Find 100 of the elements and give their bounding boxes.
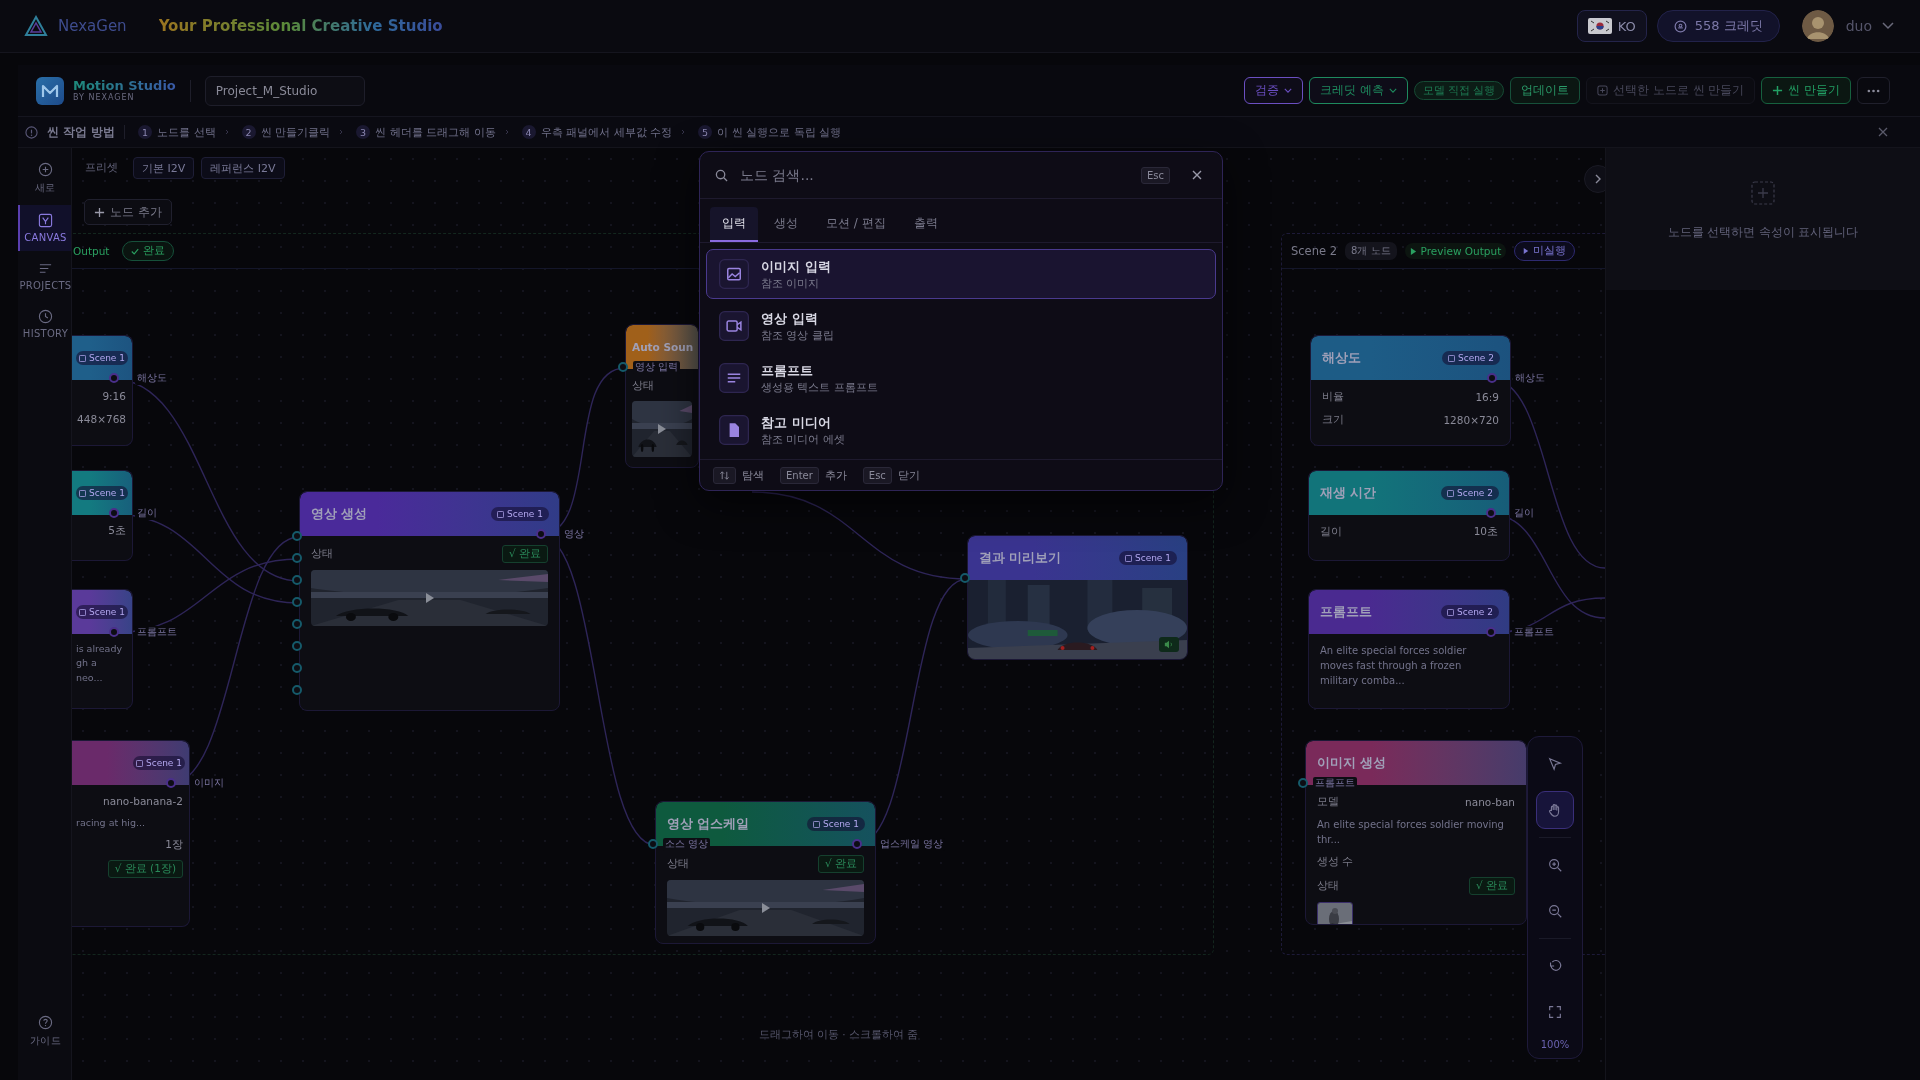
field-value: 10초 (1473, 525, 1498, 539)
node-card[interactable]: 재생 시간 Scene 2 길이 10초 (1308, 470, 1510, 561)
output-port[interactable] (1486, 508, 1496, 518)
dropdown-button[interactable]: 검증 (1244, 77, 1304, 104)
close-icon[interactable] (1878, 127, 1888, 137)
input-port[interactable] (960, 573, 970, 583)
field-label: 크기 (1322, 413, 1344, 427)
option-title: 참고 미디어 (761, 413, 832, 432)
step-number: 1 (138, 125, 152, 139)
chevron-right-icon (224, 129, 229, 135)
preset-chip[interactable]: 기본 I2V (133, 157, 195, 179)
option-title: 이미지 입력 (761, 257, 831, 276)
hand-tool[interactable] (1536, 791, 1574, 829)
category-tab[interactable]: 출력 (901, 207, 950, 242)
fullscreen-icon (1547, 1004, 1563, 1020)
speaker-icon (1164, 640, 1174, 649)
node-count-badge: 8개 노드 (1345, 242, 1397, 260)
language-button[interactable]: KO (1576, 10, 1647, 42)
dropdown-button[interactable]: 크레딧 예측 (1309, 77, 1408, 104)
scene-badge: Scene 1 (75, 486, 128, 500)
shortcut-label: 추가 (824, 467, 847, 483)
output-port[interactable] (109, 627, 119, 637)
play-icon[interactable] (657, 424, 667, 434)
run-model-button[interactable]: 모델 직접 실행 (1413, 81, 1505, 100)
flag-icon (1587, 18, 1612, 34)
clock-icon (38, 309, 53, 324)
step-text: 우측 패널에서 세부값 수정 (540, 124, 672, 140)
keyboard-key: Enter (780, 466, 819, 484)
input-port[interactable] (292, 597, 302, 607)
output-port[interactable] (109, 508, 119, 518)
input-port[interactable] (618, 362, 628, 372)
field-value: nano-ban (1465, 796, 1515, 808)
keyboard-key: Esc (862, 466, 892, 484)
category-tab[interactable]: 모션 / 편집 (814, 207, 898, 242)
preview-output-label: Output (72, 244, 111, 259)
play-icon[interactable] (760, 903, 771, 913)
node-option[interactable]: 참고 미디어 참조 미디어 에셋 (706, 405, 1216, 455)
speaker-button[interactable] (1159, 637, 1179, 652)
square-icon (812, 820, 820, 828)
field-label: 상태 (1317, 879, 1339, 893)
output-port[interactable] (852, 839, 862, 849)
output-port[interactable] (536, 529, 546, 539)
node-option[interactable]: 프롬프트 생성용 텍스트 프롬프트 (706, 353, 1216, 403)
input-port[interactable] (292, 619, 302, 629)
node-card[interactable]: 해상도 Scene 2 비율 16:9 크기 1280×720 (1310, 335, 1511, 446)
field-label: 상태 (311, 547, 333, 561)
input-port[interactable] (292, 553, 302, 563)
output-port[interactable] (1487, 373, 1497, 383)
output-port[interactable] (109, 373, 119, 383)
square-icon (78, 354, 86, 362)
node-card[interactable]: Scene 1 5초 (72, 470, 133, 561)
node-card[interactable]: Scene 1 nano-banana-2 racing at hig... 1장 √ 완료 (1장) (72, 740, 190, 927)
node-title: Auto Soun (632, 341, 694, 353)
node-search-field[interactable]: 노드 검색... (738, 166, 1131, 184)
node-card[interactable]: 결과 미리보기 Scene 1 (967, 535, 1188, 660)
node-card[interactable]: 프롬프트 Scene 2 An elite special forces soldier moves fast through a frozen military comba... (1308, 589, 1510, 709)
reset-icon (1547, 958, 1563, 974)
collapse-button[interactable] (1584, 165, 1605, 193)
input-port[interactable] (292, 685, 302, 695)
rail-item[interactable]: 새로 (18, 154, 71, 203)
node-option[interactable]: 영상 입력 참조 영상 클립 (706, 301, 1216, 351)
field-value: 1280×720 (1443, 414, 1499, 426)
input-port[interactable] (292, 531, 302, 541)
category-tab[interactable]: 입력 (710, 207, 758, 242)
credits-button[interactable]: 558 크레딧 (1656, 10, 1780, 42)
output-port[interactable] (1486, 627, 1496, 637)
chevron-down-icon[interactable] (1882, 22, 1894, 30)
brand-name: NexaGen (58, 17, 127, 35)
input-port[interactable] (648, 839, 658, 849)
close-icon[interactable] (1192, 170, 1202, 180)
guide-title: 씬 작업 방법 (47, 124, 115, 140)
category-tab[interactable]: 생성 (762, 207, 810, 242)
avatar[interactable] (1801, 10, 1834, 42)
input-port[interactable] (292, 641, 302, 651)
rail-item[interactable]: 가이드 (18, 1007, 71, 1056)
node-card[interactable]: 영상 생성 Scene 1 상태 √ 완료 (299, 491, 560, 711)
node-title: 해상도 (1322, 349, 1361, 367)
rail-item[interactable]: PROJECTS (18, 253, 71, 299)
input-port[interactable] (292, 575, 302, 585)
preset-chip[interactable]: 레퍼런스 I2V (201, 157, 285, 179)
node-option[interactable]: 이미지 입력 참조 이미지 (706, 249, 1216, 299)
input-port[interactable] (292, 663, 302, 673)
project-name-field[interactable]: Project_M_Studio (204, 75, 365, 106)
scene-badge: Scene 1 (806, 817, 865, 831)
node-card[interactable]: Scene 1 is already gh a neo... (72, 589, 133, 709)
create-scene-button[interactable]: 씬 만들기 (1761, 77, 1851, 104)
play-icon[interactable] (424, 593, 435, 603)
rail-item[interactable]: HISTORY (18, 301, 71, 347)
node-card[interactable]: Scene 1 9:16 448×768 (72, 335, 133, 446)
update-button[interactable]: 업데이트 (1510, 77, 1581, 104)
field-label: 비율 (1322, 390, 1344, 404)
output-port[interactable] (166, 778, 176, 788)
prompt-text: racing at hig... (76, 816, 146, 830)
add-node-button[interactable]: 노드 추가 (84, 199, 172, 225)
list-icon (38, 261, 53, 276)
plus-icon (94, 206, 105, 218)
rail-item[interactable]: CANVAS (18, 205, 71, 251)
square-icon (1447, 354, 1455, 362)
input-port[interactable] (1298, 778, 1308, 788)
scene-badge: Scene 1 (1118, 551, 1177, 565)
